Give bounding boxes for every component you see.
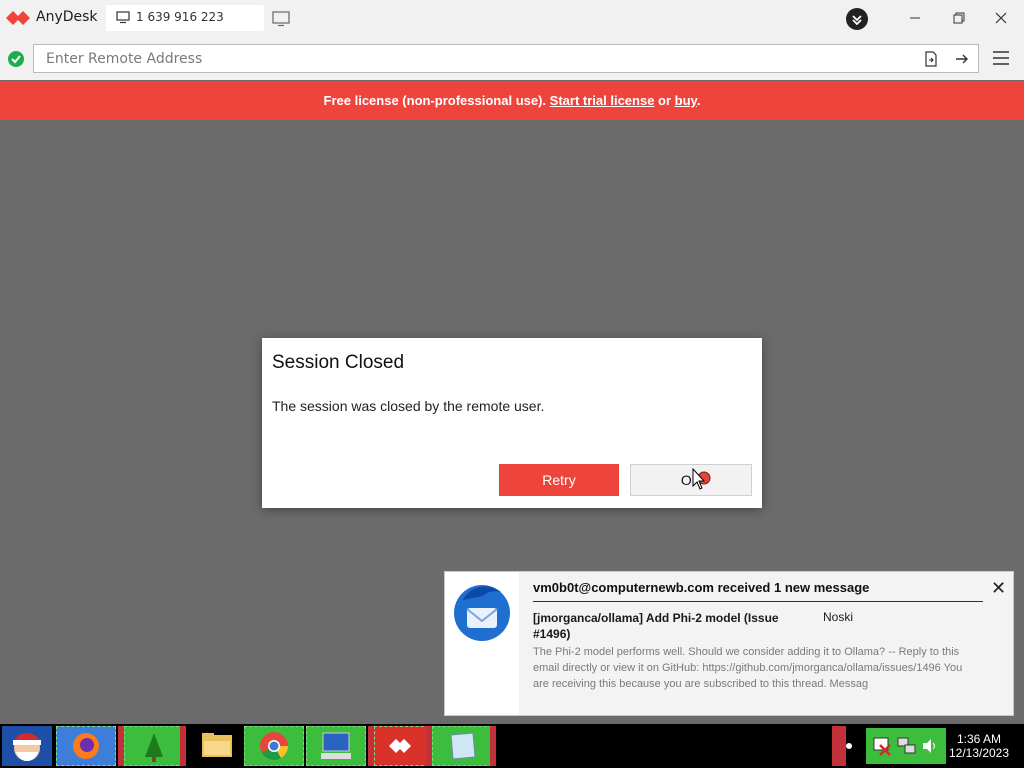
taskbar-tree-app[interactable] [124, 726, 184, 766]
anydesk-logo-icon [6, 11, 30, 25]
banner-suffix: . [696, 93, 701, 108]
volume-icon[interactable] [920, 736, 940, 756]
buy-link[interactable]: buy [675, 93, 697, 108]
download-status-icon[interactable] [846, 8, 868, 30]
connect-arrow-icon[interactable] [954, 51, 970, 67]
thunderbird-icon [454, 585, 510, 641]
taskbar-firefox[interactable] [56, 726, 116, 766]
file-transfer-icon[interactable] [923, 51, 939, 67]
system-tray [866, 728, 946, 764]
license-banner: Free license (non-professional use). Sta… [0, 81, 1024, 120]
taskbar-file-explorer[interactable] [188, 726, 248, 766]
network-error-icon[interactable] [872, 736, 894, 756]
dialog-title: Session Closed [272, 352, 405, 373]
remote-address-box [33, 44, 979, 73]
close-window-button[interactable] [986, 5, 1016, 31]
santa-start-icon [13, 733, 41, 761]
start-button[interactable] [2, 726, 52, 766]
notification-title: vm0b0t@computernewb.com received 1 new m… [533, 580, 870, 595]
dialog-message: The session was closed by the remote use… [272, 398, 545, 414]
taskbar-computer-app[interactable] [306, 726, 366, 766]
notification-icon-pane [445, 572, 519, 715]
notification-sender: Noski [823, 610, 854, 624]
network-icon[interactable] [896, 736, 918, 756]
taskbar-anydesk[interactable] [374, 726, 434, 766]
mouse-cursor-icon [692, 468, 711, 490]
start-trial-link[interactable]: Start trial license [550, 93, 655, 108]
taskbar-separator [490, 726, 496, 766]
taskbar-notepad[interactable] [432, 726, 492, 766]
notification-close-icon[interactable]: ✕ [991, 578, 1006, 599]
notification-subject: [jmorganca/ollama] Add Phi-2 model (Issu… [533, 611, 779, 641]
restore-button[interactable] [944, 5, 974, 31]
notepad-icon [450, 732, 476, 760]
firefox-icon [73, 733, 99, 759]
banner-or-text: or [654, 93, 675, 108]
notification-body: The Phi-2 model performs well. Should we… [533, 646, 963, 690]
taskbar-clock[interactable]: 1:36 AM 12/13/2023 [944, 732, 1014, 760]
email-notification[interactable]: vm0b0t@computernewb.com received 1 new m… [444, 571, 1014, 716]
new-session-icon[interactable] [272, 11, 290, 27]
monitor-icon [116, 11, 130, 24]
online-check-icon [8, 51, 24, 67]
christmas-tree-icon [145, 733, 163, 762]
tray-dot-icon [846, 743, 852, 749]
tray-separator [832, 726, 846, 766]
app-title: AnyDesk [36, 9, 98, 25]
notification-divider [533, 601, 983, 602]
clock-time: 1:36 AM [956, 732, 1002, 746]
clock-date: 12/13/2023 [948, 746, 1010, 760]
anydesk-taskbar-icon [389, 739, 411, 753]
retry-button[interactable]: Retry [499, 464, 619, 496]
taskbar-separator [180, 726, 186, 766]
hamburger-menu-icon[interactable] [992, 50, 1010, 66]
session-closed-dialog: Session Closed The session was closed by… [262, 338, 762, 508]
banner-text: Free license (non-professional use). [323, 93, 550, 108]
computer-icon [321, 732, 351, 759]
tab-label: 1 639 916 223 [136, 10, 224, 24]
address-bar-row [0, 38, 1024, 80]
title-bar: AnyDesk 1 639 916 223 [0, 0, 1024, 38]
remote-address-input[interactable] [46, 50, 886, 68]
taskbar-chrome[interactable] [244, 726, 304, 766]
tab-session[interactable]: 1 639 916 223 [106, 5, 264, 31]
taskbar: 1:36 AM 12/13/2023 [0, 724, 1024, 768]
minimize-button[interactable] [900, 5, 930, 31]
chrome-icon [260, 732, 288, 760]
folder-icon [202, 733, 232, 757]
